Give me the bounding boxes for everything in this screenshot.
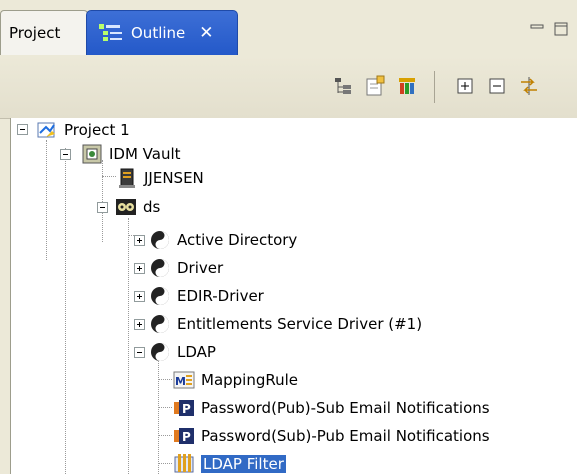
policy-icon: P xyxy=(174,427,194,444)
driver-icon xyxy=(151,342,169,361)
tree-connector xyxy=(158,463,172,464)
tree-node-label: Driver xyxy=(177,258,224,277)
tree-node-edir-driver[interactable]: EDIR-Driver xyxy=(149,282,264,309)
tab-outline-label: Outline xyxy=(131,24,186,42)
expand-all-button[interactable] xyxy=(452,73,478,99)
minimize-view-icon[interactable] xyxy=(530,22,544,36)
tree-node-label: EDIR-Driver xyxy=(177,286,264,305)
tree-node-label: ds xyxy=(143,197,161,216)
tree-node-active-directory[interactable]: Active Directory xyxy=(149,226,297,253)
driver-icon xyxy=(151,314,169,333)
tree-connector xyxy=(158,435,172,436)
tree-guide-line xyxy=(65,148,66,474)
tree-node-entitlements-service-driver[interactable]: Entitlements Service Driver (#1) xyxy=(149,310,422,337)
show-details-button[interactable] xyxy=(362,73,388,99)
outline-tree[interactable]: Project 1 IDM Vault JJENSEN ds Active Di… xyxy=(10,118,577,474)
mapping-rule-icon: M xyxy=(173,371,195,388)
expand-toggle[interactable] xyxy=(134,291,145,302)
svg-text:M: M xyxy=(175,375,186,388)
tab-outline[interactable]: Outline ✕ xyxy=(86,10,238,55)
expand-all-icon xyxy=(457,78,473,94)
driver-icon xyxy=(151,286,169,305)
tree-node-label: LDAP xyxy=(177,342,216,361)
collapse-all-icon xyxy=(489,78,505,94)
tab-project-label: Project xyxy=(9,24,61,42)
tree-guide-line xyxy=(46,140,47,260)
tree-node-jjensen[interactable]: JJENSEN xyxy=(116,164,204,191)
view-tab-bar: Project Outline ✕ xyxy=(0,0,577,57)
tree-node-label: IDM Vault xyxy=(109,144,181,163)
collapse-toggle[interactable] xyxy=(97,202,108,213)
tree-node-ldap-filter[interactable]: LDAP Filter xyxy=(173,450,286,474)
tree-node-password-sub-pub[interactable]: P Password(Sub)-Pub Email Notifications xyxy=(173,422,490,449)
outline-toolbar xyxy=(0,56,577,119)
tree-node-ldap[interactable]: LDAP xyxy=(149,338,216,365)
tree-node-label: MappingRule xyxy=(201,370,299,389)
svg-text:P: P xyxy=(182,402,191,416)
driver-set-icon xyxy=(116,198,136,215)
tree-node-idm-vault[interactable]: IDM Vault xyxy=(81,140,181,167)
collapse-toggle[interactable] xyxy=(17,124,28,135)
tree-connector xyxy=(102,176,116,177)
expand-toggle[interactable] xyxy=(134,319,145,330)
maximize-view-icon[interactable] xyxy=(554,22,568,36)
tree-node-label: Active Directory xyxy=(177,230,298,249)
driver-icon xyxy=(151,230,169,249)
link-with-editor-button[interactable] xyxy=(516,73,542,99)
collapse-all-button[interactable] xyxy=(484,73,510,99)
tree-node-mapping-rule[interactable]: M MappingRule xyxy=(173,366,298,393)
tree-connector xyxy=(158,379,172,380)
tree-node-label: JJENSEN xyxy=(144,168,204,187)
tree-node-label-selected: LDAP Filter xyxy=(201,454,286,473)
collapse-toggle[interactable] xyxy=(60,149,71,160)
hierarchy-icon xyxy=(335,78,351,94)
collapse-toggle[interactable] xyxy=(134,347,145,358)
link-arrows-icon xyxy=(521,77,537,95)
filter-icon xyxy=(174,453,194,472)
server-icon xyxy=(119,168,135,188)
tree-node-label: Entitlements Service Driver (#1) xyxy=(177,314,423,333)
project-icon xyxy=(37,122,55,137)
tree-node-ds[interactable]: ds xyxy=(115,193,160,220)
document-icon xyxy=(366,75,385,96)
tree-node-label: Project 1 xyxy=(64,120,130,139)
close-tab-icon[interactable]: ✕ xyxy=(199,23,213,43)
policy-icon: P xyxy=(174,399,194,416)
svg-text:P: P xyxy=(182,430,191,444)
expand-toggle[interactable] xyxy=(134,235,145,246)
driver-icon xyxy=(151,258,169,277)
vault-icon xyxy=(82,144,102,163)
tree-guide-line xyxy=(128,218,129,474)
tree-node-password-pub-sub[interactable]: P Password(Pub)-Sub Email Notifications xyxy=(173,394,490,421)
tree-node-label: Password(Pub)-Sub Email Notifications xyxy=(201,398,490,417)
outline-icon xyxy=(99,24,122,41)
hierarchy-view-button[interactable] xyxy=(330,73,356,99)
toolbar-separator xyxy=(434,71,435,103)
tree-guide-line xyxy=(158,358,159,474)
tree-node-driver[interactable]: Driver xyxy=(149,254,223,281)
tab-project[interactable]: Project xyxy=(0,10,88,55)
expand-toggle[interactable] xyxy=(134,263,145,274)
tree-connector xyxy=(158,407,172,408)
tree-guide-line xyxy=(102,160,103,242)
filter-bars-icon xyxy=(399,78,415,94)
tree-node-label: Password(Sub)-Pub Email Notifications xyxy=(201,426,490,445)
filter-button[interactable] xyxy=(394,73,420,99)
